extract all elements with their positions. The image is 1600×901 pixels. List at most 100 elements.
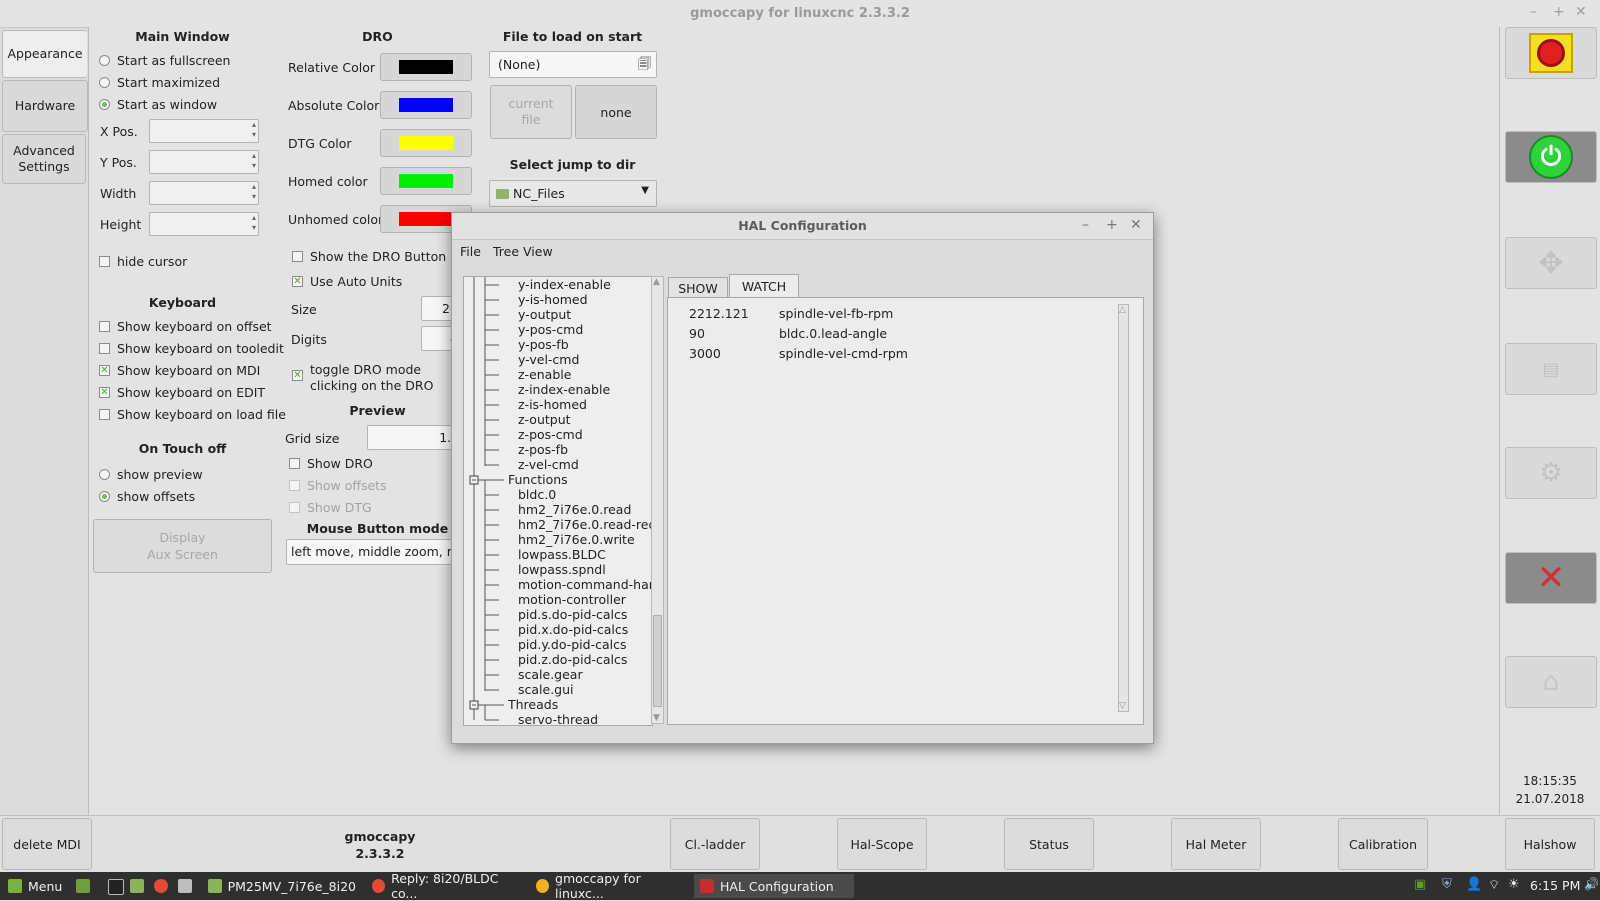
mouse-mode-select[interactable]: left move, middle zoom, right rotate xyxy=(286,539,466,565)
watch-pin-name[interactable]: spindle-vel-fb-rpm xyxy=(779,306,893,321)
show-dro-checkbox[interactable]: Show DRO xyxy=(289,456,373,471)
absolute-color-button[interactable] xyxy=(380,91,472,119)
scroll-up-icon[interactable]: ▲ xyxy=(653,277,660,287)
maximize-icon[interactable]: + xyxy=(1106,217,1118,233)
tree-item[interactable]: z-vel-cmd xyxy=(518,457,579,472)
tree-item[interactable]: y-pos-fb xyxy=(518,337,569,352)
manual-mode-button[interactable]: ✥ xyxy=(1505,237,1597,289)
tab-watch[interactable]: WATCH xyxy=(729,274,799,298)
radio-show-preview[interactable]: show preview xyxy=(99,467,203,482)
tree-item[interactable]: y-is-homed xyxy=(518,292,588,307)
menu-tree-view[interactable]: Tree View xyxy=(493,244,553,259)
show-dtg-checkbox[interactable]: Show DTG xyxy=(289,500,372,515)
chrome-icon[interactable] xyxy=(154,879,168,893)
tree-item[interactable]: pid.y.do-pid-calcs xyxy=(518,637,626,652)
radio-indicator[interactable] xyxy=(99,77,110,88)
start-menu-button[interactable]: Menu xyxy=(2,874,68,898)
hide-cursor-checkbox[interactable]: hide cursor xyxy=(99,254,187,269)
kbd-tooledit-checkbox[interactable]: Show keyboard on tooledit xyxy=(99,341,284,356)
scroll-up-icon[interactable]: △ xyxy=(1119,305,1126,315)
checkbox-indicator[interactable] xyxy=(289,458,300,469)
status-button[interactable]: Status xyxy=(1004,818,1094,870)
taskbar-window-3[interactable]: gmoccapy for linuxc... xyxy=(530,871,690,901)
file-load-chooser[interactable]: (None) 🗐 xyxy=(489,51,657,78)
tree-item[interactable]: hm2_7i76e.0.read xyxy=(518,502,631,517)
taskbar-window-2[interactable]: Reply: 8i20/BLDC co... xyxy=(366,871,526,901)
tree-item[interactable]: z-enable xyxy=(518,367,571,382)
estop-button[interactable] xyxy=(1505,27,1597,79)
width-spinner[interactable] xyxy=(149,181,259,205)
radio-maximized[interactable]: Start maximized xyxy=(99,75,220,90)
calculator-icon[interactable] xyxy=(178,879,192,893)
checkbox-indicator[interactable] xyxy=(99,321,110,332)
tree-item[interactable]: y-index-enable xyxy=(518,277,611,292)
tree-item[interactable]: z-pos-fb xyxy=(518,442,568,457)
toggle-dro-mode-checkbox[interactable]: ✕ toggle DRO mode clicking on the DRO xyxy=(292,362,433,394)
checkbox-indicator[interactable] xyxy=(292,251,303,262)
use-auto-units-checkbox[interactable]: ✕ Use Auto Units xyxy=(292,274,402,289)
tree-group[interactable]: Threads xyxy=(508,697,558,712)
tree-item[interactable]: y-output xyxy=(518,307,571,322)
shield-icon[interactable]: ⛨ xyxy=(1442,877,1452,892)
checkbox-indicator[interactable] xyxy=(99,256,110,267)
close-icon[interactable]: ✕ xyxy=(1130,217,1142,233)
watch-scrollbar[interactable]: △ ▽ xyxy=(1118,304,1129,712)
hal-scope-button[interactable]: Hal-Scope xyxy=(837,818,927,870)
radio-window[interactable]: Start as window xyxy=(99,97,217,112)
checkbox-indicator[interactable] xyxy=(289,480,300,491)
radio-indicator[interactable] xyxy=(99,99,110,110)
tree-group[interactable]: Functions xyxy=(508,472,568,487)
radio-fullscreen[interactable]: Start as fullscreen xyxy=(99,53,230,68)
checkbox-indicator[interactable]: ✕ xyxy=(292,370,303,381)
watch-pin-name[interactable]: bldc.0.lead-angle xyxy=(779,326,887,341)
dtg-color-button[interactable] xyxy=(380,129,472,157)
menu-file[interactable]: File xyxy=(460,244,481,259)
current-file-button[interactable]: current file xyxy=(490,85,572,139)
display-aux-screen-button[interactable]: Display Aux Screen xyxy=(93,519,272,573)
ypos-spinner[interactable] xyxy=(149,150,259,174)
wifi-icon[interactable]: ⌔ xyxy=(1488,877,1500,893)
tree-item[interactable]: servo-thread xyxy=(518,712,598,725)
none-button[interactable]: none xyxy=(575,85,657,139)
watch-pin-name[interactable]: spindle-vel-cmd-rpm xyxy=(779,346,908,361)
minimize-icon[interactable]: – xyxy=(1082,217,1089,233)
checkbox-indicator[interactable]: ✕ xyxy=(292,276,303,287)
cl-ladder-button[interactable]: Cl.-ladder xyxy=(670,818,760,870)
tree-item[interactable]: lowpass.BLDC xyxy=(518,547,606,562)
kbd-edit-checkbox[interactable]: ✕ Show keyboard on EDIT xyxy=(99,385,265,400)
delete-mdi-button[interactable]: delete MDI xyxy=(2,818,92,870)
homed-color-button[interactable] xyxy=(380,167,472,195)
scroll-thumb[interactable] xyxy=(653,615,662,707)
taskbar-window-1[interactable]: PM25MV_7i76e_8i20 xyxy=(202,874,362,898)
kbd-mdi-checkbox[interactable]: ✕ Show keyboard on MDI xyxy=(99,363,260,378)
taskbar-clock[interactable]: 6:15 PM xyxy=(1530,878,1580,893)
radio-show-offsets[interactable]: show offsets xyxy=(99,489,195,504)
tree-item[interactable]: pid.z.do-pid-calcs xyxy=(518,652,627,667)
calibration-button[interactable]: Calibration xyxy=(1338,818,1428,870)
tree-item[interactable]: y-vel-cmd xyxy=(518,352,579,367)
tree-item[interactable]: pid.x.do-pid-calcs xyxy=(518,622,628,637)
tab-hardware[interactable]: Hardware xyxy=(2,80,88,132)
tree-item[interactable]: hm2_7i76e.0.read-request xyxy=(518,517,652,532)
tree-item[interactable]: lowpass.spndl xyxy=(518,562,606,577)
mdi-mode-button[interactable]: ▤ xyxy=(1505,343,1597,395)
scroll-down-icon[interactable]: ▼ xyxy=(653,713,660,723)
taskbar-window-4[interactable]: HAL Configuration xyxy=(694,874,854,898)
close-icon[interactable]: ✕ xyxy=(1575,4,1587,20)
volume-icon[interactable]: 🔊 xyxy=(1584,877,1599,891)
tray-app-icon[interactable]: ▣ xyxy=(1414,877,1426,892)
tree-item[interactable]: bldc.0 xyxy=(518,487,556,502)
kbd-loadfile-checkbox[interactable]: Show keyboard on load file xyxy=(99,407,286,422)
minimize-icon[interactable]: – xyxy=(1530,4,1537,20)
tab-advanced-settings[interactable]: Advanced Settings xyxy=(2,134,86,184)
halshow-button[interactable]: Halshow xyxy=(1505,818,1595,870)
radio-indicator[interactable] xyxy=(99,469,110,480)
tree-item[interactable]: hm2_7i76e.0.write xyxy=(518,532,635,547)
auto-mode-button[interactable]: ⚙ xyxy=(1505,447,1597,499)
tree-item[interactable]: scale.gear xyxy=(518,667,583,682)
show-dro-button-checkbox[interactable]: Show the DRO Button xyxy=(292,249,446,264)
user-tabs-button[interactable]: ⌂ xyxy=(1505,656,1597,708)
tab-show[interactable]: SHOW xyxy=(668,277,728,298)
tree-item[interactable]: pid.s.do-pid-calcs xyxy=(518,607,627,622)
files-icon[interactable] xyxy=(130,879,144,893)
